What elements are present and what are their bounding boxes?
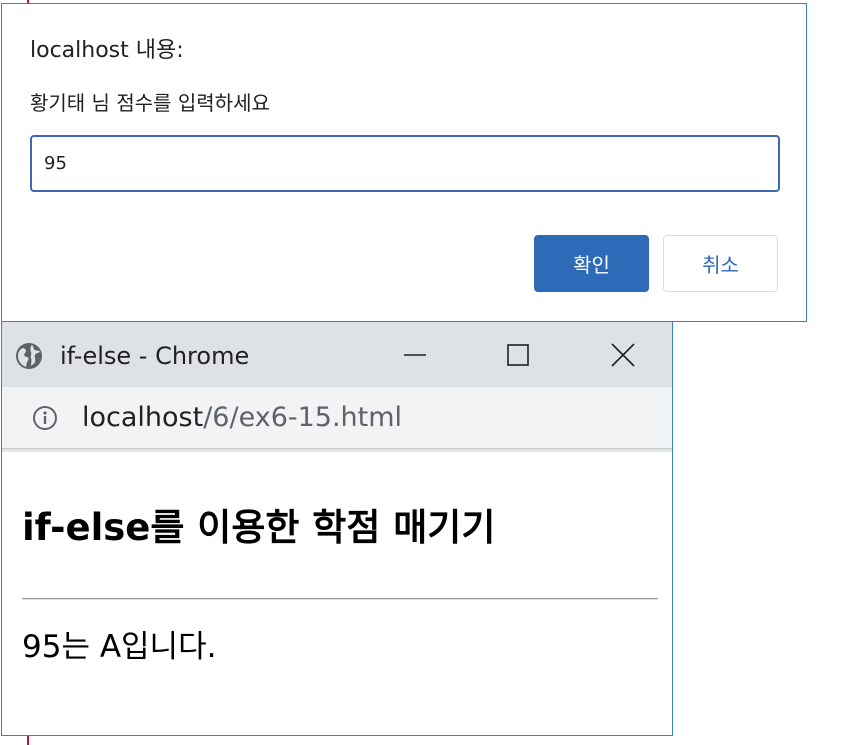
result-text: 95는 A입니다. [22, 629, 217, 665]
page-content: if-else를 이용한 학점 매기기 95는 A입니다. [2, 449, 672, 735]
window-title: if-else - Chrome [60, 342, 250, 370]
maximize-button[interactable] [493, 335, 543, 375]
score-input[interactable] [30, 135, 780, 192]
url-path: /6/ex6-15.html [203, 402, 403, 433]
close-button[interactable] [598, 335, 648, 375]
minimize-button[interactable] [390, 335, 440, 375]
dialog-title: localhost 내용: [30, 38, 184, 63]
ok-button[interactable]: 확인 [534, 235, 649, 292]
chrome-window: if-else - Chrome localhost/6/ex6-15.html… [1, 320, 673, 736]
minimize-icon [404, 354, 426, 356]
page-divider [22, 598, 658, 600]
url-text[interactable]: localhost/6/ex6-15.html [82, 401, 402, 435]
address-bar[interactable]: localhost/6/ex6-15.html [2, 387, 672, 449]
globe-icon [14, 341, 44, 371]
info-icon[interactable] [32, 405, 58, 431]
url-host: localhost [82, 402, 204, 433]
cancel-button[interactable]: 취소 [663, 235, 778, 292]
dialog-message: 황기태 님 점수를 입력하세요 [30, 91, 270, 115]
page-heading: if-else를 이용한 학점 매기기 [22, 506, 496, 549]
maximize-icon [507, 344, 529, 366]
close-icon [611, 343, 635, 367]
window-titlebar[interactable]: if-else - Chrome [2, 321, 672, 387]
prompt-dialog: localhost 내용: 황기태 님 점수를 입력하세요 확인 취소 [1, 3, 807, 322]
